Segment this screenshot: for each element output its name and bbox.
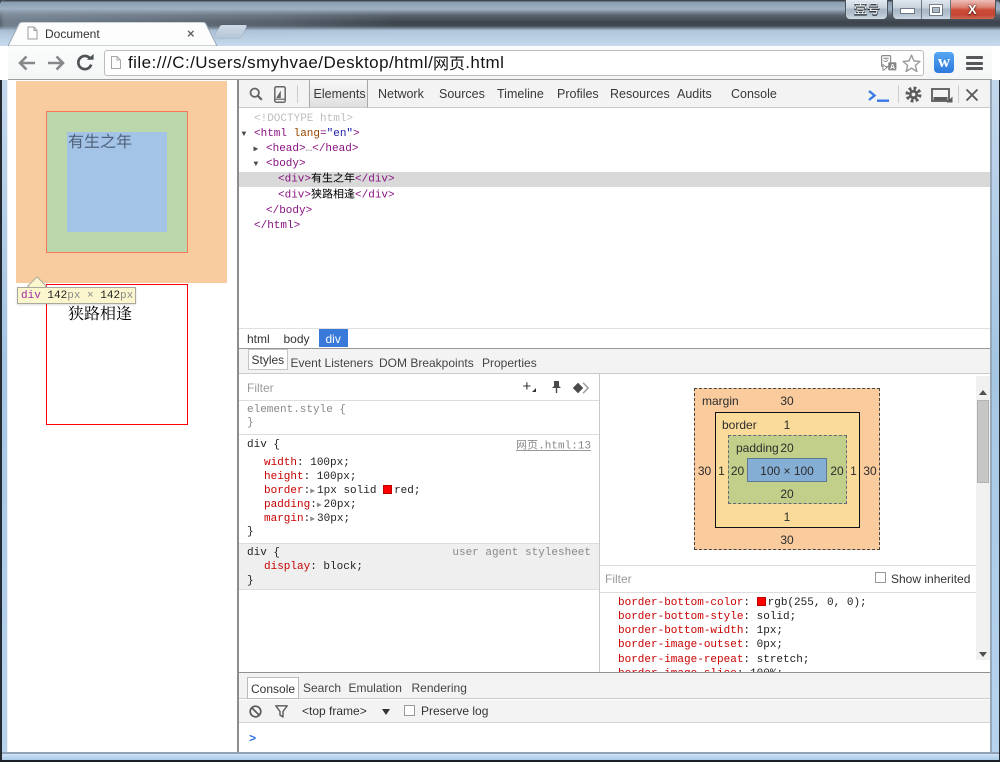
svg-text:A: A [890, 64, 895, 71]
